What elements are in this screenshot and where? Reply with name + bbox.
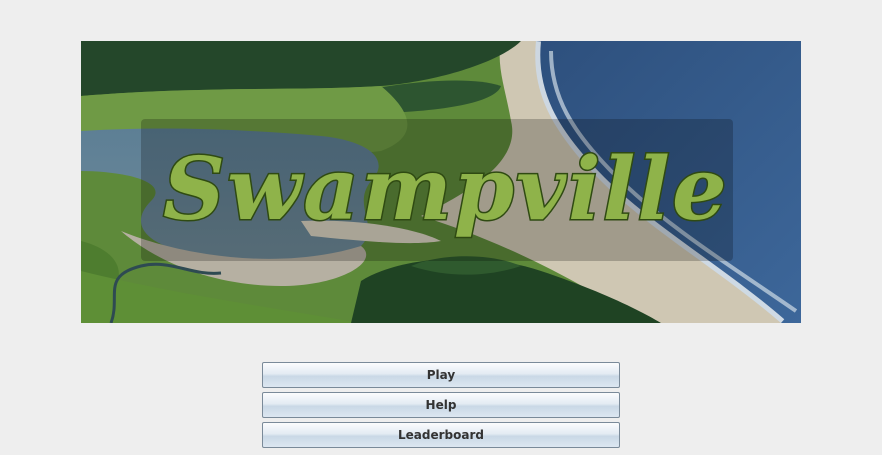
game-logo: Swampville <box>163 139 729 240</box>
play-button[interactable]: Play <box>262 362 620 388</box>
leaderboard-button[interactable]: Leaderboard <box>262 422 620 448</box>
title-banner: Swampville <box>81 41 801 323</box>
main-menu: Play Help Leaderboard <box>262 362 620 452</box>
main-menu-screen: Swampville Play Help Leaderboard <box>0 0 882 455</box>
coastal-marsh-image: Swampville <box>81 41 801 323</box>
help-button[interactable]: Help <box>262 392 620 418</box>
